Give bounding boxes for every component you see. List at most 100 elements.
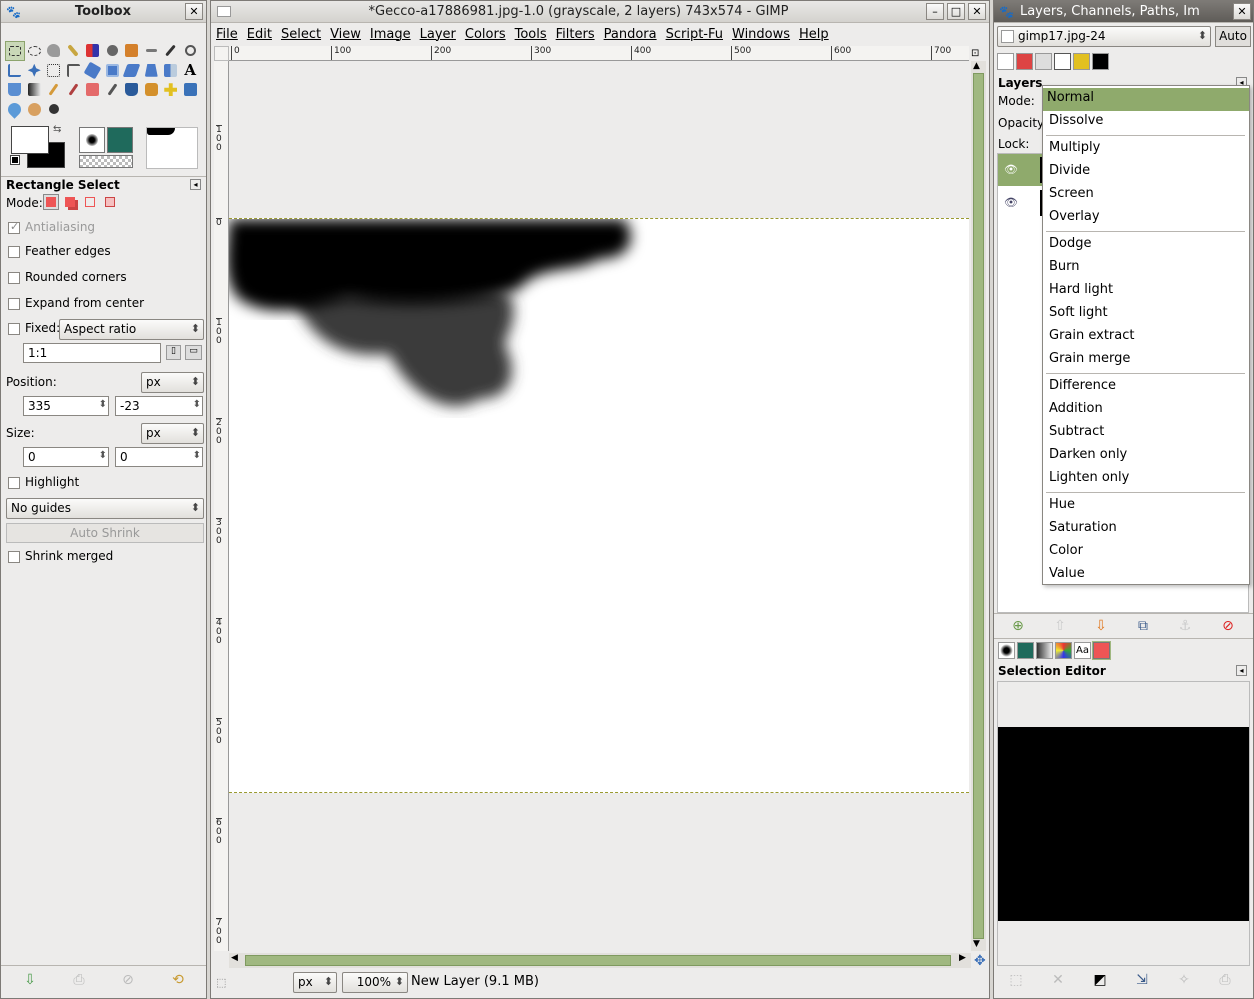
menu-filters[interactable]: Filters	[556, 27, 595, 42]
ellipse-select-icon[interactable]	[25, 41, 45, 61]
color-picker-icon[interactable]	[161, 41, 181, 61]
menu-tools[interactable]: Tools	[515, 27, 547, 42]
bucket-fill-icon[interactable]	[5, 80, 25, 100]
mode-option-soft-light[interactable]: Soft light	[1045, 303, 1248, 326]
raise-layer-icon[interactable]: ⇧	[1051, 617, 1069, 635]
measure-icon[interactable]	[5, 61, 25, 81]
unit-select[interactable]: px	[293, 972, 337, 993]
layers-tab-icon[interactable]	[997, 53, 1014, 70]
close-button[interactable]: ✕	[1233, 3, 1251, 20]
position-x-input[interactable]: 335	[23, 396, 109, 416]
menu-file[interactable]: File	[216, 27, 238, 42]
fuzzy-select-icon[interactable]	[64, 41, 84, 61]
ruler-corner[interactable]	[214, 46, 229, 61]
restore-options-icon[interactable]: ⎙	[70, 971, 88, 989]
mode-subtract-icon[interactable]	[82, 194, 98, 210]
lasso-icon[interactable]	[44, 41, 64, 61]
flip-icon[interactable]	[161, 61, 181, 81]
ink-icon[interactable]	[122, 80, 142, 100]
blur-icon[interactable]	[5, 100, 25, 120]
scissors-icon[interactable]	[103, 41, 123, 61]
dodge-burn-icon[interactable]	[44, 100, 64, 120]
undo-tab-icon[interactable]	[1073, 53, 1090, 70]
zoom-select[interactable]: 100%	[342, 972, 408, 993]
size-height-input[interactable]: 0	[115, 447, 203, 467]
menu-select[interactable]: Select	[281, 27, 321, 42]
menu-script-fu[interactable]: Script-Fu	[666, 27, 723, 42]
menu-colors[interactable]: Colors	[465, 27, 506, 42]
scroll-left-icon[interactable]: ◀	[231, 953, 238, 963]
paths-icon[interactable]	[142, 41, 162, 61]
horizontal-ruler[interactable]: 0 100 200 300 400 500 600 700	[229, 46, 969, 61]
delete-layer-icon[interactable]: ⊘	[1219, 617, 1237, 635]
menu-pandora[interactable]: Pandora	[604, 27, 657, 42]
auto-shrink-button[interactable]: Auto Shrink	[6, 523, 204, 543]
panel-menu-icon[interactable]: ◂	[190, 179, 201, 190]
smudge-icon[interactable]	[25, 100, 45, 120]
selection-to-path-icon[interactable]: ⇲	[1133, 971, 1151, 989]
selection-tab-icon[interactable]	[1092, 641, 1111, 660]
menu-layer[interactable]: Layer	[420, 27, 456, 42]
move-icon[interactable]	[25, 61, 45, 81]
swap-colors-icon[interactable]: ⇆	[53, 124, 61, 135]
minimize-button[interactable]: –	[926, 3, 944, 20]
rotate-icon[interactable]	[83, 61, 103, 81]
save-options-icon[interactable]: ⇩	[21, 971, 39, 989]
paintbrush-icon[interactable]	[64, 80, 84, 100]
new-layer-icon[interactable]: ⊕	[1009, 617, 1027, 635]
mode-intersect-icon[interactable]	[102, 194, 118, 210]
gradients-tab-icon[interactable]	[1036, 642, 1053, 659]
colormap-tab-icon[interactable]	[1054, 53, 1071, 70]
landscape-icon[interactable]: ▭	[185, 345, 202, 360]
select-none-icon[interactable]: ✕	[1049, 971, 1067, 989]
menu-windows[interactable]: Windows	[732, 27, 790, 42]
reset-options-icon[interactable]: ⟲	[169, 971, 187, 989]
position-y-input[interactable]: -23	[115, 396, 203, 416]
fg-tab-icon[interactable]	[1092, 53, 1109, 70]
mode-option-lighten-only[interactable]: Lighten only	[1045, 468, 1248, 491]
selection-preview[interactable]	[997, 681, 1250, 966]
alignment-icon[interactable]	[44, 61, 64, 81]
image-titlebar[interactable]: *Gecco-a17886981.jpg-1.0 (grayscale, 2 l…	[211, 1, 989, 23]
mode-option-grain-extract[interactable]: Grain extract	[1045, 326, 1248, 349]
quickmask-icon[interactable]: ⬚	[216, 976, 226, 989]
menu-view[interactable]: View	[330, 27, 361, 42]
heal-icon[interactable]	[161, 80, 181, 100]
navigate-icon[interactable]: ✥	[974, 953, 986, 969]
brushes-tab-icon[interactable]	[998, 642, 1015, 659]
menu-help[interactable]: Help	[799, 27, 829, 42]
fg-bg-colors[interactable]: ⇆	[10, 124, 67, 170]
blend-icon[interactable]	[25, 80, 45, 100]
guides-select[interactable]: No guides	[6, 498, 204, 519]
mode-option-subtract[interactable]: Subtract	[1045, 422, 1248, 445]
mode-option-burn[interactable]: Burn	[1045, 257, 1248, 280]
perspective-clone-icon[interactable]	[181, 80, 201, 100]
mode-option-value[interactable]: Value	[1045, 564, 1248, 587]
duplicate-layer-icon[interactable]: ⧉	[1134, 617, 1152, 635]
mode-add-icon[interactable]	[62, 194, 78, 210]
vertical-ruler[interactable]: 1 0 0 0 1 0 0 2 0 0 3 0 0 4 0 0 5 0 0 6 0 0 7 0 …	[214, 61, 229, 951]
layers-titlebar[interactable]: 🐾 Layers, Channels, Paths, Im ✕	[994, 1, 1253, 23]
auto-button[interactable]: Auto	[1215, 26, 1251, 47]
mode-option-dissolve[interactable]: Dissolve	[1045, 111, 1248, 134]
size-unit-select[interactable]: px	[141, 423, 204, 444]
mode-option-hue[interactable]: Hue	[1045, 495, 1248, 518]
mode-option-hard-light[interactable]: Hard light	[1045, 280, 1248, 303]
save-selection-icon[interactable]: ⎙	[1216, 971, 1234, 989]
mode-option-color[interactable]: Color	[1045, 541, 1248, 564]
close-button[interactable]: ✕	[185, 3, 203, 20]
eye-icon[interactable]: 👁	[1004, 163, 1018, 176]
maximize-button[interactable]: □	[947, 3, 965, 20]
rect-select-icon[interactable]	[5, 41, 25, 61]
clone-icon[interactable]	[142, 80, 162, 100]
nav-corner-icon[interactable]: ⊡	[971, 48, 979, 59]
scroll-right-icon[interactable]: ▶	[959, 953, 966, 963]
scroll-up-icon[interactable]: ▲	[973, 61, 980, 71]
mode-option-normal[interactable]: Normal	[1043, 88, 1249, 111]
mode-option-difference[interactable]: Difference	[1045, 376, 1248, 399]
image-preview[interactable]	[146, 127, 198, 169]
sharpen-selection-icon[interactable]: ✧	[1175, 971, 1193, 989]
ratio-input[interactable]: 1:1	[23, 343, 161, 363]
eye-icon[interactable]: 👁	[1004, 196, 1018, 209]
zoom-icon[interactable]	[181, 41, 201, 61]
